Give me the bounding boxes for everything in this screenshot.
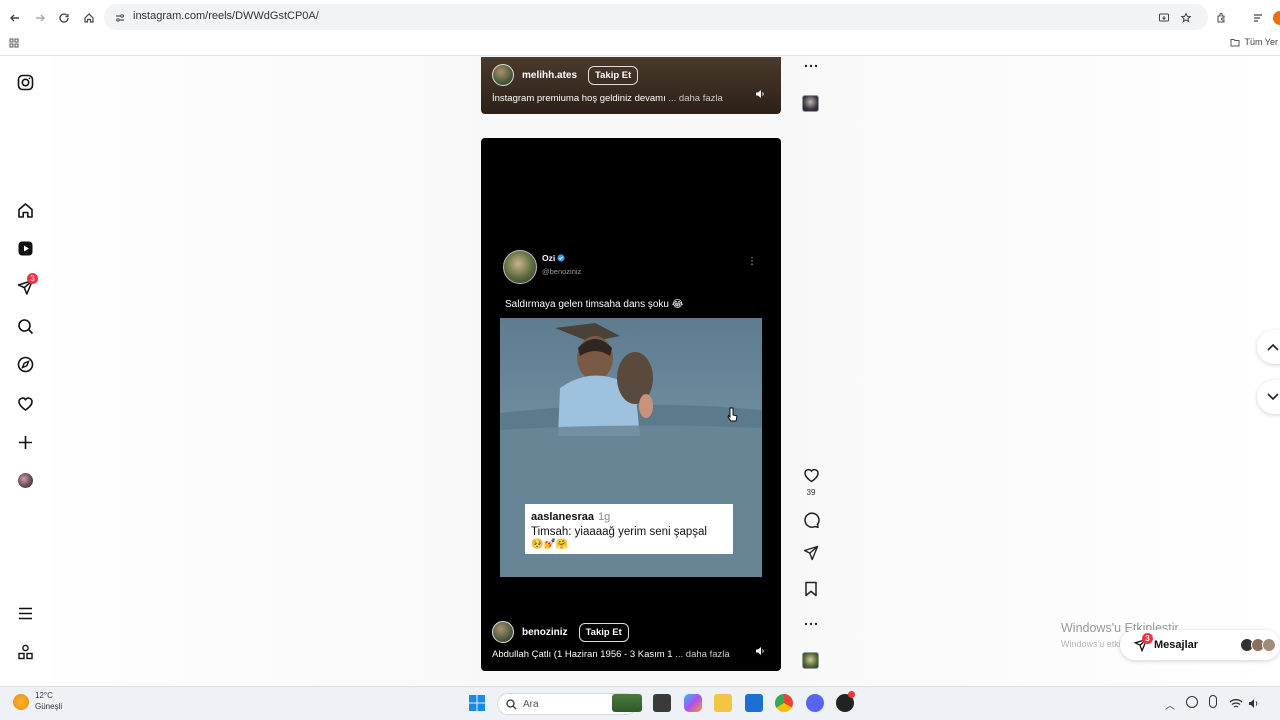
previous-reel-more-icon[interactable] (802, 57, 820, 75)
comment-icon[interactable] (802, 511, 820, 529)
microphone-icon[interactable] (1209, 695, 1217, 708)
search-icon (506, 698, 517, 709)
instagram-logo-icon[interactable] (14, 71, 36, 93)
extensions-icon[interactable] (1211, 8, 1231, 28)
tweet-text: Saldırmaya gelen timsaha dans şoku 😂 (505, 299, 684, 310)
home-icon[interactable] (14, 199, 36, 221)
messages-badge: 3 (1142, 633, 1153, 644)
browser-toolbar: instagram.com/reels/DWWdGstCP0A/ Tüm Yer (0, 0, 1280, 56)
folder-icon (1230, 38, 1240, 46)
reel-previous-caption[interactable]: İnstagram premiuma hoş geldiniz devamı .… (492, 93, 723, 104)
share-icon[interactable] (802, 544, 820, 562)
reels-icon[interactable] (14, 237, 36, 259)
reel-previous-caption-text: İnstagram premiuma hoş geldiniz devamı (492, 93, 666, 104)
audio-thumbnail[interactable] (802, 652, 819, 669)
message-avatar (1262, 638, 1276, 652)
back-icon[interactable] (5, 8, 25, 28)
reel-author-avatar[interactable] (492, 621, 514, 643)
reel-previous[interactable]: melihh.ates Takip Et İnstagram premiuma … (481, 57, 781, 114)
follow-button[interactable]: Takip Et (578, 622, 629, 642)
windows-start-icon[interactable] (468, 694, 486, 717)
reel-author-username[interactable]: benoziniz (522, 627, 568, 638)
bookmark-star-icon[interactable] (1176, 8, 1196, 28)
file-explorer-icon[interactable] (714, 694, 732, 712)
chevron-down-icon (1267, 393, 1279, 401)
also-from-meta-icon[interactable] (14, 641, 36, 663)
comment-user: aaslanesraa (531, 511, 594, 523)
copilot-icon[interactable] (684, 694, 702, 712)
home-icon[interactable] (79, 8, 99, 28)
comment-time: 1g (598, 511, 611, 523)
messages-button[interactable]: 3 Mesajlar (1120, 630, 1280, 660)
all-bookmarks-folder[interactable]: Tüm Yer (1230, 37, 1278, 47)
profile-avatar[interactable] (1273, 11, 1280, 25)
taskbar-search-placeholder: Ara (523, 698, 539, 710)
comment-text: Timsah: yiaaaağ yerim seni şapşal (531, 526, 707, 538)
create-plus-icon[interactable] (14, 431, 36, 453)
chevron-up-icon (1267, 343, 1279, 351)
reload-icon[interactable] (54, 8, 74, 28)
wifi-icon[interactable] (1229, 696, 1243, 714)
sidebar: 3 (0, 56, 50, 686)
bookmarks-label: Tüm Yer (1244, 37, 1278, 47)
reel-previous-follow-button[interactable]: Takip Et (588, 65, 639, 85)
reel-previous-avatar[interactable] (492, 64, 514, 86)
volume-icon[interactable] (1248, 696, 1260, 714)
like-heart-icon[interactable] (802, 466, 820, 484)
tweet-avatar (503, 250, 537, 284)
comment-emojis: 🥺💅🤗 (531, 539, 569, 550)
speaker-icon[interactable] (752, 643, 768, 659)
url-text: instagram.com/reels/DWWdGstCP0A/ (133, 10, 319, 22)
save-bookmark-icon[interactable] (802, 580, 820, 598)
heart-icon[interactable] (14, 392, 36, 414)
app-notification-dot (848, 691, 855, 698)
weather-temperature: 12°C (35, 691, 53, 700)
reel-more-link[interactable]: ... daha fazla (675, 649, 729, 660)
windows-taskbar: Ara ︿ (0, 686, 1280, 720)
chevron-up-icon[interactable]: ︿ (1165, 697, 1175, 712)
discord-icon[interactable] (806, 694, 824, 712)
reel-previous-username[interactable]: melihh.ates (522, 70, 577, 81)
mouse-cursor-icon (727, 407, 739, 428)
notifications-badge: 3 (27, 273, 38, 284)
site-info-icon[interactable] (110, 8, 130, 28)
explore-icon[interactable] (14, 353, 36, 375)
speaker-icon[interactable] (752, 86, 768, 102)
messages-icon: 3 (1134, 633, 1153, 652)
forward-icon[interactable] (30, 8, 50, 28)
search-icon[interactable] (14, 315, 36, 337)
video-frame[interactable]: aaslanesraa 1g Timsah: yiaaaağ yerim seni… (500, 318, 762, 577)
like-count: 39 (806, 488, 816, 497)
verified-icon (557, 254, 565, 262)
reel-more-icon[interactable] (802, 615, 820, 633)
search-highlight-icon[interactable] (612, 694, 642, 712)
menu-icon[interactable] (14, 602, 36, 624)
reel-current[interactable]: Ozi @benoziniz ⋮ Saldırmaya gelen timsah… (481, 138, 781, 671)
comment-card: aaslanesraa 1g Timsah: yiaaaağ yerim seni… (525, 504, 733, 554)
reel-caption-text: Abdullah Çatlı (1 Haziran 1956 - 3 Kasım… (492, 649, 673, 660)
microsoft-store-icon[interactable] (745, 694, 763, 712)
weather-condition: Güneşli (35, 702, 63, 711)
sync-icon[interactable] (1186, 696, 1198, 708)
previous-audio-thumbnail[interactable] (802, 95, 819, 112)
reel-caption[interactable]: Abdullah Çatlı (1 Haziran 1956 - 3 Kasım… (492, 649, 730, 660)
tweet-more-icon: ⋮ (747, 256, 757, 267)
apps-grid-icon[interactable] (4, 33, 24, 53)
task-view-icon[interactable] (653, 694, 671, 712)
chrome-icon[interactable] (775, 694, 793, 712)
direct-messages-icon[interactable]: 3 (14, 273, 38, 298)
reel-previous-more-link[interactable]: ... daha fazla (668, 93, 722, 104)
profile-avatar[interactable] (14, 469, 36, 491)
reading-list-icon[interactable] (1248, 8, 1268, 28)
install-app-icon[interactable] (1154, 8, 1174, 28)
weather-icon[interactable] (13, 694, 29, 710)
messages-label: Mesajlar (1154, 639, 1199, 651)
tweet-handle: @benoziniz (542, 267, 582, 276)
tweet-name: Ozi (542, 253, 556, 263)
